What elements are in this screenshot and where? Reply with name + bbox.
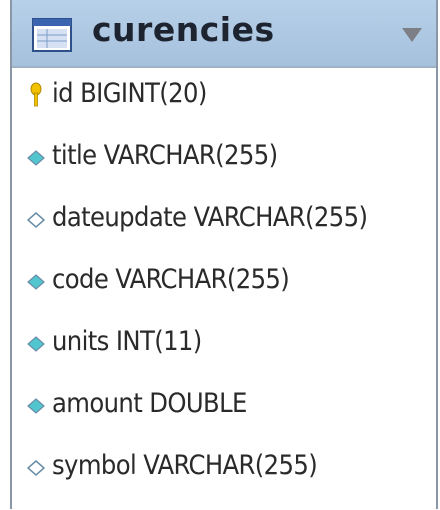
column-label: units INT(11) bbox=[52, 326, 202, 357]
column-label: title VARCHAR(255) bbox=[52, 140, 278, 171]
column-row[interactable]: id BIGINT(20) bbox=[12, 70, 436, 126]
hollow-diamond-icon bbox=[22, 454, 50, 482]
entity-table[interactable]: curencies id BIGINT(20) title VARCHAR(255… bbox=[10, 0, 438, 509]
table-header[interactable]: curencies bbox=[12, 0, 436, 68]
column-row[interactable]: amount DOUBLE bbox=[12, 380, 436, 436]
column-row[interactable]: code VARCHAR(255) bbox=[12, 256, 436, 312]
chevron-down-icon[interactable] bbox=[402, 28, 422, 42]
key-icon bbox=[22, 82, 50, 110]
filled-diamond-icon bbox=[22, 268, 50, 296]
column-label: symbol VARCHAR(255) bbox=[52, 450, 318, 481]
table-name: curencies bbox=[92, 10, 275, 49]
column-row[interactable]: symbol VARCHAR(255) bbox=[12, 442, 436, 498]
column-row[interactable]: dateupdate VARCHAR(255) bbox=[12, 194, 436, 250]
column-label: dateupdate VARCHAR(255) bbox=[52, 202, 368, 233]
column-row[interactable]: title VARCHAR(255) bbox=[12, 132, 436, 188]
filled-diamond-icon bbox=[22, 144, 50, 172]
column-row[interactable]: units INT(11) bbox=[12, 318, 436, 374]
filled-diamond-icon bbox=[22, 392, 50, 420]
filled-diamond-icon bbox=[22, 330, 50, 358]
column-label: code VARCHAR(255) bbox=[52, 264, 290, 295]
column-label: amount DOUBLE bbox=[52, 388, 247, 419]
table-icon bbox=[32, 18, 72, 52]
hollow-diamond-icon bbox=[22, 206, 50, 234]
column-label: id BIGINT(20) bbox=[52, 78, 207, 109]
